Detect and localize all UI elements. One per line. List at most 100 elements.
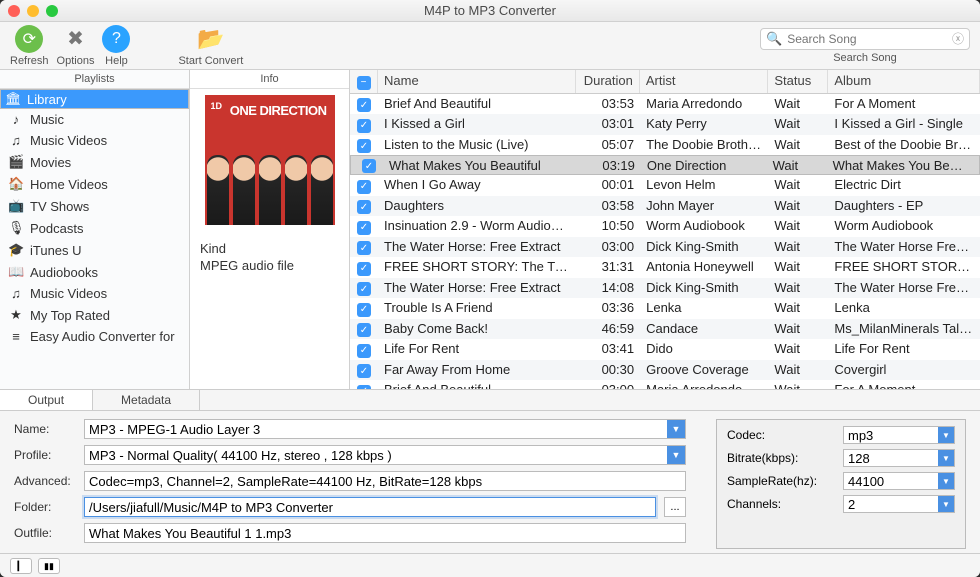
sidebar-item[interactable]: 🎓iTunes U [0,239,189,261]
tab-output[interactable]: Output [0,390,93,410]
cell-name: The Water Horse: Free Extract [378,237,576,258]
sidebar-item[interactable]: 🏛Library [0,89,189,109]
col-status[interactable]: Status [768,70,828,93]
col-artist[interactable]: Artist [640,70,769,93]
search-field[interactable] [787,32,947,46]
sidebar-item[interactable]: 📺TV Shows [0,195,189,217]
sidebar-item[interactable]: ★My Top Rated [0,304,189,326]
table-row[interactable]: ✓ FREE SHORT STORY: The Time Bein... 31:… [350,257,980,278]
sidebar-item-label: TV Shows [30,199,89,214]
table-row[interactable]: ✓ Brief And Beautiful 03:00 Maria Arredo… [350,380,980,389]
samplerate-select[interactable]: 44100▼ [843,472,955,490]
codec-select[interactable]: mp3▼ [843,426,955,444]
table-row[interactable]: ✓ Daughters 03:58 John Mayer Wait Daught… [350,196,980,217]
cell-name: Brief And Beautiful [378,94,576,115]
start-convert-button[interactable]: 📂 Start Convert [178,25,243,67]
row-checkbox[interactable]: ✓ [357,262,371,276]
table-row[interactable]: ✓ Life For Rent 03:41 Dido Wait Life For… [350,339,980,360]
playlist-icon: 🎬 [8,154,24,170]
search-icon: 🔍 [766,31,782,47]
sidebar-item[interactable]: 🎙 Podcasts [0,217,189,239]
table-row[interactable]: ✓ The Water Horse: Free Extract 03:00 Di… [350,237,980,258]
table-row[interactable]: ✓ When I Go Away 00:01 Levon Helm Wait E… [350,175,980,196]
row-checkbox[interactable]: ✓ [357,180,371,194]
search-label: Search Song [833,52,897,64]
cell-name: The Water Horse: Free Extract [378,278,576,299]
col-name[interactable]: Name [378,70,576,93]
table-row[interactable]: ✓ What Makes You Beautiful 03:19 One Dir… [350,155,980,175]
row-checkbox[interactable]: ✓ [357,323,371,337]
output-panel: Output Metadata Name: MP3 - MPEG-1 Audio… [0,389,980,553]
sidebar-item[interactable]: ♫Music Videos [0,283,189,304]
sidebar-item[interactable]: ♫Music Videos [0,130,189,151]
sidebar-item[interactable]: 🏠Home Videos [0,173,189,195]
browse-button[interactable]: ... [664,497,686,517]
cell-duration: 03:01 [576,114,640,135]
select-all-checkbox[interactable]: − [357,76,371,90]
cell-album: Electric Dirt [828,175,980,196]
row-checkbox[interactable]: ✓ [357,119,371,133]
cell-album: Lenka [828,298,980,319]
table-row[interactable]: ✓ Far Away From Home 00:30 Groove Covera… [350,360,980,381]
row-checkbox[interactable]: ✓ [357,98,371,112]
cell-duration: 31:31 [576,257,640,278]
cell-name: Insinuation 2.9 - Worm Audiobook [378,216,576,237]
cell-artist: Lenka [640,298,768,319]
folder-field[interactable]: /Users/jiafull/Music/M4P to MP3 Converte… [84,497,656,517]
sidebar-item-label: Home Videos [30,177,108,192]
sidebar-item[interactable]: 🎬Movies [0,151,189,173]
table-row[interactable]: ✓ Brief And Beautiful 03:53 Maria Arredo… [350,94,980,115]
col-album[interactable]: Album [828,70,980,93]
refresh-button[interactable]: ⟳ Refresh [10,25,49,67]
cell-name: Life For Rent [378,339,576,360]
cell-status: Wait [767,156,827,175]
options-button[interactable]: ✖ Options [57,25,95,67]
profile-select[interactable]: MP3 - Normal Quality( 44100 Hz, stereo ,… [84,445,686,465]
row-checkbox[interactable]: ✓ [357,282,371,296]
search-input[interactable]: 🔍 ⓧ [760,28,970,50]
row-checkbox[interactable]: ✓ [357,200,371,214]
cell-status: Wait [768,114,828,135]
channels-select[interactable]: 2▼ [843,495,955,513]
row-checkbox[interactable]: ✓ [357,344,371,358]
clear-icon[interactable]: ⓧ [952,30,964,47]
table-row[interactable]: ✓ Trouble Is A Friend 03:36 Lenka Wait L… [350,298,980,319]
help-button[interactable]: ? Help [102,25,130,67]
row-checkbox[interactable]: ✓ [357,241,371,255]
table-row[interactable]: ✓ The Water Horse: Free Extract 14:08 Di… [350,278,980,299]
playlist-icon: 🎙 [8,220,24,236]
play-button[interactable]: ▎ [10,558,32,574]
pause-button[interactable]: ▮▮ [38,558,60,574]
cell-album: Daughters - EP [828,196,980,217]
sidebar-item[interactable]: ≡Easy Audio Converter for [0,326,189,347]
cell-duration: 10:50 [576,216,640,237]
info-header: Info [190,70,349,89]
cell-status: Wait [768,339,828,360]
row-checkbox[interactable]: ✓ [357,139,371,153]
row-checkbox[interactable]: ✓ [362,159,376,173]
bitrate-select[interactable]: 128▼ [843,449,955,467]
cell-artist: Maria Arredondo [640,94,768,115]
outfile-field[interactable]: What Makes You Beautiful 1 1.mp3 [84,523,686,543]
advanced-field[interactable]: Codec=mp3, Channel=2, SampleRate=44100 H… [84,471,686,491]
cell-artist: Antonia Honeywell [640,257,768,278]
sidebar-item[interactable]: 📖Audiobooks [0,261,189,283]
table-row[interactable]: ✓ Listen to the Music (Live) 05:07 The D… [350,135,980,156]
cell-status: Wait [768,135,828,156]
table-row[interactable]: ✓ I Kissed a Girl 03:01 Katy Perry Wait … [350,114,980,135]
table-row[interactable]: ✓ Insinuation 2.9 - Worm Audiobook 10:50… [350,216,980,237]
col-duration[interactable]: Duration [576,70,640,93]
name-select[interactable]: MP3 - MPEG-1 Audio Layer 3▼ [84,419,686,439]
tab-metadata[interactable]: Metadata [93,390,200,410]
table-row[interactable]: ✓ Baby Come Back! 46:59 Candace Wait Ms_… [350,319,980,340]
row-checkbox[interactable]: ✓ [357,364,371,378]
row-checkbox[interactable]: ✓ [357,303,371,317]
cell-duration: 00:30 [576,360,640,381]
cell-status: Wait [768,175,828,196]
cell-artist: Maria Arredondo [640,380,768,389]
sidebar-item[interactable]: ♪Music [0,109,189,130]
row-checkbox[interactable]: ✓ [357,221,371,235]
cell-artist: Dido [640,339,768,360]
sidebar-item-label: Podcasts [30,221,83,236]
cell-name: Trouble Is A Friend [378,298,576,319]
